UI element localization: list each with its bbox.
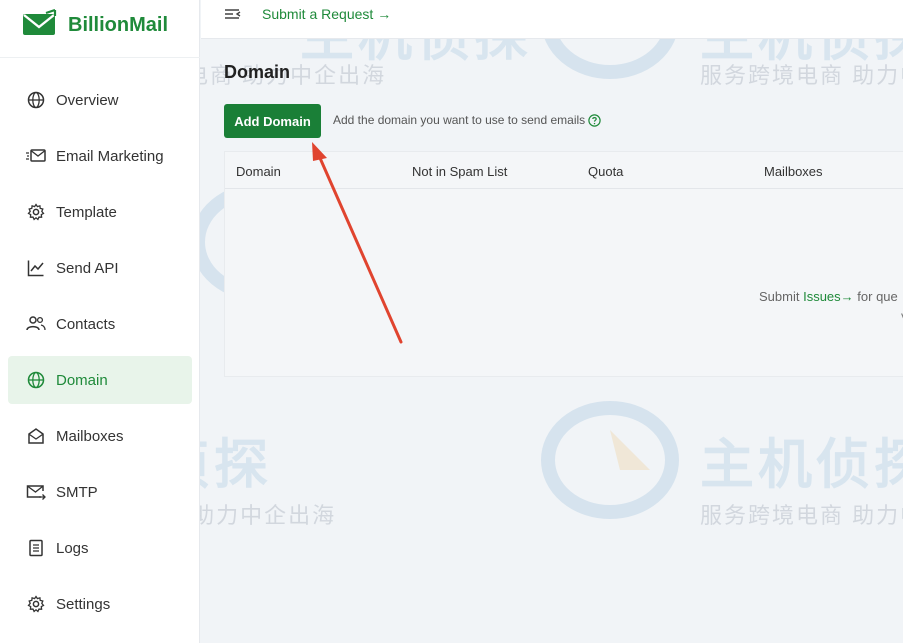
watermark-slogan: 服务跨境电商 助力中企出海: [700, 63, 903, 88]
sidebar-item-label: Settings: [56, 595, 111, 613]
issues-link-label: Issues: [803, 289, 841, 304]
watermark-logo-text: 主机侦探: [700, 435, 903, 495]
empty-state: Submit Issues→ for que: [759, 289, 898, 304]
mailbox-icon: [26, 426, 46, 446]
sidebar-item-logs[interactable]: Logs: [8, 524, 192, 572]
gear-icon: [26, 594, 46, 614]
gear-icon: [26, 202, 46, 222]
empty-state-prefix: Submit: [759, 289, 800, 304]
mail-forward-icon: [26, 482, 46, 502]
issues-link[interactable]: Issues→: [803, 289, 854, 304]
sidebar-item-overview[interactable]: Overview: [8, 76, 192, 124]
users-icon: [26, 314, 46, 334]
sidebar: BillionMail Overview Email Marketing Tem…: [0, 0, 200, 643]
sidebar-item-send-api[interactable]: Send API: [8, 244, 192, 292]
add-domain-hint: Add the domain you want to use to send e…: [333, 113, 601, 127]
table-header: Domain Not in Spam List Quota Mailboxes: [225, 152, 903, 189]
divider: [0, 57, 200, 58]
help-icon[interactable]: [588, 113, 601, 127]
column-header-not-in-spam-list: Not in Spam List: [412, 164, 508, 179]
column-header-quota: Quota: [588, 164, 624, 179]
topbar: Submit a Request →: [201, 0, 903, 39]
empty-state-suffix: for que: [857, 289, 898, 304]
column-header-mailboxes: Mailboxes: [764, 164, 823, 179]
sidebar-item-label: Overview: [56, 91, 119, 109]
brand[interactable]: BillionMail: [22, 8, 168, 42]
line-chart-icon: [26, 258, 46, 278]
sidebar-item-label: Email Marketing: [56, 147, 164, 165]
arrow-right-icon: →: [840, 289, 854, 304]
page-title: Domain: [224, 62, 291, 82]
sidebar-item-label: Logs: [56, 539, 89, 557]
submit-request-label: Submit a Request: [262, 6, 374, 22]
sidebar-item-mailboxes[interactable]: Mailboxes: [8, 412, 192, 460]
sidebar-item-label: SMTP: [56, 483, 98, 501]
sidebar-item-template[interactable]: Template: [8, 188, 192, 236]
globe-icon: [26, 90, 46, 110]
sidebar-item-email-marketing[interactable]: Email Marketing: [8, 132, 192, 180]
watermark-emblem-icon: [541, 401, 679, 519]
mail-logo-icon: [22, 8, 58, 42]
sidebar-item-settings[interactable]: Settings: [8, 580, 192, 628]
globe-icon: [26, 370, 46, 390]
arrow-right-icon: →: [377, 6, 392, 22]
sidebar-item-label: Contacts: [56, 315, 116, 333]
sidebar-item-domain[interactable]: Domain: [8, 356, 192, 404]
sidebar-item-label: Send API: [56, 259, 119, 277]
watermark-slogan: 服务跨境电商 助力中企出海: [700, 503, 903, 528]
document-icon: [26, 538, 46, 558]
sidebar-item-label: Template: [56, 203, 117, 221]
sidebar-item-contacts[interactable]: Contacts: [8, 300, 192, 348]
hint-text: Add the domain you want to use to send e…: [333, 113, 586, 127]
menu-collapse-icon[interactable]: [223, 5, 245, 25]
brand-name: BillionMail: [68, 13, 168, 36]
sidebar-item-smtp[interactable]: SMTP: [8, 468, 192, 516]
submit-request-link[interactable]: Submit a Request →: [262, 6, 391, 22]
sidebar-item-label: Domain: [56, 371, 108, 389]
sidebar-item-label: Mailboxes: [56, 427, 124, 445]
domain-table: Domain Not in Spam List Quota Mailboxes …: [224, 151, 903, 377]
mail-send-icon: [26, 146, 46, 166]
add-domain-button[interactable]: Add Domain: [224, 104, 321, 138]
column-header-domain: Domain: [236, 164, 281, 179]
